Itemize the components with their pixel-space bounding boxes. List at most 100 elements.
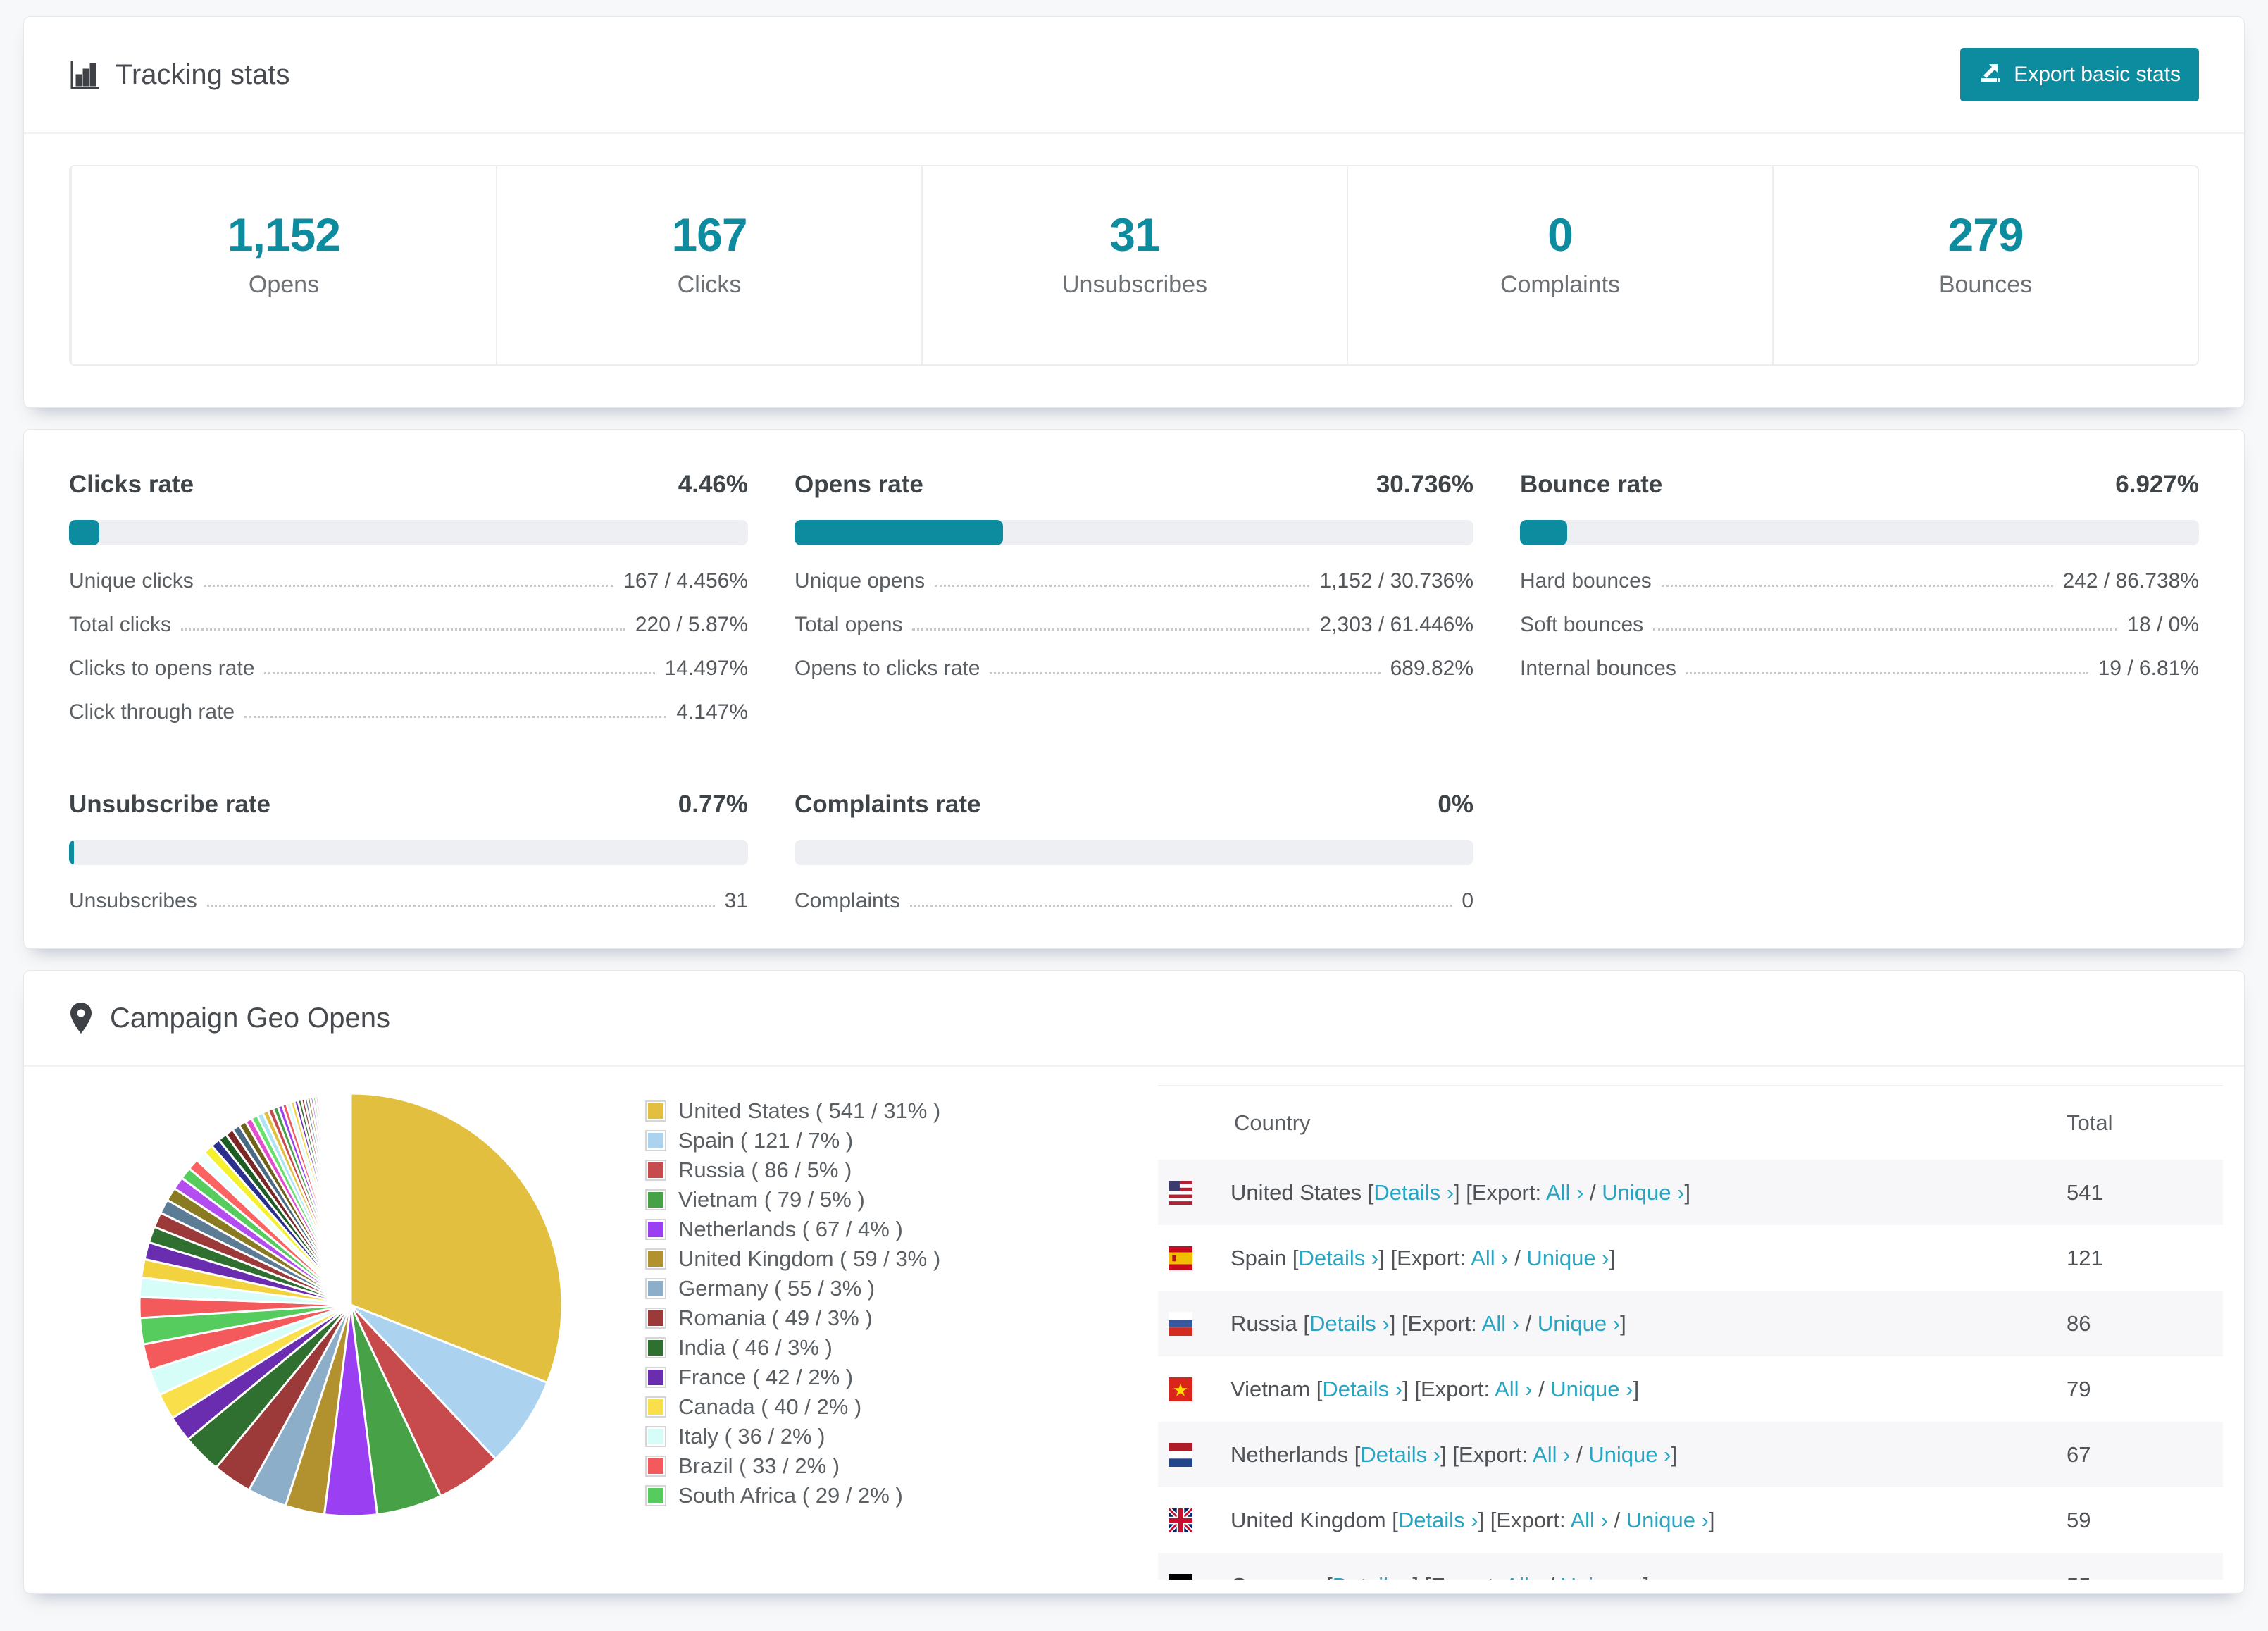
legend-label: United Kingdom ( 59 / 3% ) [678, 1246, 940, 1272]
geo-pie-chart [131, 1085, 571, 1525]
export-unique-link[interactable]: Unique › [1626, 1508, 1709, 1532]
details-link[interactable]: Details › [1333, 1573, 1413, 1580]
dotted-leader [181, 628, 625, 631]
legend-label: Romania ( 49 / 3% ) [678, 1306, 873, 1331]
stat-label: Unsubscribes [69, 889, 197, 913]
legend-swatch [645, 1160, 666, 1181]
table-row: United Kingdom [Details ›] [Export: All … [1158, 1487, 2223, 1553]
stat-label: Complaints [795, 889, 900, 913]
export-all-link[interactable]: All › [1504, 1573, 1542, 1580]
details-link[interactable]: Details › [1373, 1180, 1454, 1205]
stat-row: Internal bounces 19 / 6.81% [1520, 647, 2199, 690]
geo-table-header: Country Total [1158, 1085, 2223, 1160]
dotted-leader [912, 628, 1309, 631]
export-unique-link[interactable]: Unique › [1602, 1180, 1684, 1205]
legend-swatch [645, 1337, 666, 1358]
legend-swatch [645, 1189, 666, 1210]
country-name: United States [1230, 1180, 1362, 1205]
dotted-leader [264, 672, 654, 674]
details-link[interactable]: Details › [1309, 1311, 1390, 1336]
rates-card: Clicks rate 4.46% Unique clicks 167 / 4.… [23, 429, 2245, 949]
legend-swatch [645, 1130, 666, 1151]
stat-value: 689.82% [1390, 657, 1473, 681]
stat-row: Hard bounces 242 / 86.738% [1520, 559, 2199, 603]
stat-label: Hard bounces [1520, 569, 1652, 593]
stat-row: Unsubscribes 31 [69, 879, 748, 923]
stat-row: Total clicks 220 / 5.87% [69, 603, 748, 647]
legend-label: Russia ( 86 / 5% ) [678, 1158, 852, 1183]
export-all-link[interactable]: All › [1533, 1442, 1570, 1467]
tracking-stats-title: Tracking stats [69, 59, 289, 91]
total-value: 59 [2067, 1508, 2223, 1533]
summary-box: 1,152 Opens [70, 166, 496, 364]
legend-swatch [645, 1248, 666, 1270]
flag-es-icon [1169, 1246, 1192, 1270]
flag-us-icon [1169, 1181, 1192, 1205]
total-value: 541 [2067, 1180, 2223, 1205]
rate-title: Bounce rate [1520, 471, 1662, 499]
summary-label: Complaints [1500, 271, 1620, 299]
export-basic-stats-button[interactable]: Export basic stats [1960, 48, 2199, 101]
export-unique-link[interactable]: Unique › [1561, 1573, 1643, 1580]
export-unique-link[interactable]: Unique › [1526, 1246, 1609, 1270]
table-row: United States [Details ›] [Export: All ›… [1158, 1160, 2223, 1225]
table-row: Vietnam [Details ›] [Export: All › / Uni… [1158, 1356, 2223, 1422]
export-unique-link[interactable]: Unique › [1588, 1442, 1671, 1467]
export-all-link[interactable]: All › [1471, 1246, 1508, 1270]
dotted-leader [935, 585, 1309, 587]
export-unique-link[interactable]: Unique › [1538, 1311, 1620, 1336]
total-value: 79 [2067, 1377, 2223, 1402]
summary-label: Clicks [678, 271, 742, 299]
export-all-link[interactable]: All › [1570, 1508, 1607, 1532]
details-link[interactable]: Details › [1322, 1377, 1402, 1401]
clicks-rate-block: Clicks rate 4.46% Unique clicks 167 / 4.… [69, 471, 748, 734]
table-row: Germany [Details ›] [Export: All › / Uni… [1158, 1553, 2223, 1580]
geo-content: United States ( 541 / 31% ) Spain ( 121 … [24, 1067, 2244, 1580]
dotted-leader [1653, 628, 2117, 631]
country-name: Netherlands [1230, 1442, 1348, 1467]
rate-title: Unsubscribe rate [69, 790, 270, 819]
country-name: Vietnam [1230, 1377, 1310, 1401]
dotted-leader [1662, 585, 2053, 587]
legend-swatch [645, 1485, 666, 1506]
legend-label: Germany ( 55 / 3% ) [678, 1276, 875, 1301]
unsubscribe-rate-block: Unsubscribe rate 0.77% Unsubscribes 31 [69, 790, 748, 923]
export-all-link[interactable]: All › [1546, 1180, 1583, 1205]
legend-label: Canada ( 40 / 2% ) [678, 1394, 861, 1420]
rate-value: 4.46% [678, 471, 748, 499]
opens-rate-block: Opens rate 30.736% Unique opens 1,152 / … [795, 471, 1473, 734]
details-link[interactable]: Details › [1398, 1508, 1478, 1532]
stat-row: Soft bounces 18 / 0% [1520, 603, 2199, 647]
legend-swatch [645, 1426, 666, 1447]
details-link[interactable]: Details › [1360, 1442, 1440, 1467]
geo-opens-header: Campaign Geo Opens [24, 971, 2244, 1067]
summary-label: Bounces [1939, 271, 2032, 299]
rate-title: Opens rate [795, 471, 923, 499]
opens-rate-progressbar [795, 520, 1473, 545]
complaints-rate-progressbar [795, 840, 1473, 865]
legend-item: India ( 46 / 3% ) [645, 1333, 940, 1363]
flag-de-icon [1169, 1574, 1192, 1580]
legend-swatch [645, 1219, 666, 1240]
details-link[interactable]: Details › [1299, 1246, 1379, 1270]
export-unique-link[interactable]: Unique › [1550, 1377, 1633, 1401]
stat-value: 4.147% [676, 700, 748, 724]
export-all-link[interactable]: All › [1495, 1377, 1532, 1401]
stat-label: Internal bounces [1520, 657, 1676, 681]
stat-label: Click through rate [69, 700, 235, 724]
summary-value: 279 [1948, 208, 2023, 261]
map-pin-icon [69, 1002, 93, 1034]
stat-row: Clicks to opens rate 14.497% [69, 647, 748, 690]
geo-table: Country Total United States [Details ›] … [1158, 1085, 2223, 1580]
export-all-link[interactable]: All › [1482, 1311, 1519, 1336]
legend-swatch [645, 1308, 666, 1329]
stat-label: Total opens [795, 613, 902, 637]
flag-nl-icon [1169, 1443, 1192, 1467]
summary-boxes: 1,152 Opens 167 Clicks 31 Unsubscribes 0… [69, 165, 2199, 366]
dotted-leader [204, 585, 613, 587]
legend-label: Brazil ( 33 / 2% ) [678, 1453, 840, 1479]
country-name: Germany [1230, 1573, 1320, 1580]
legend-label: France ( 42 / 2% ) [678, 1365, 853, 1390]
stat-row: Opens to clicks rate 689.82% [795, 647, 1473, 690]
stat-label: Total clicks [69, 613, 171, 637]
